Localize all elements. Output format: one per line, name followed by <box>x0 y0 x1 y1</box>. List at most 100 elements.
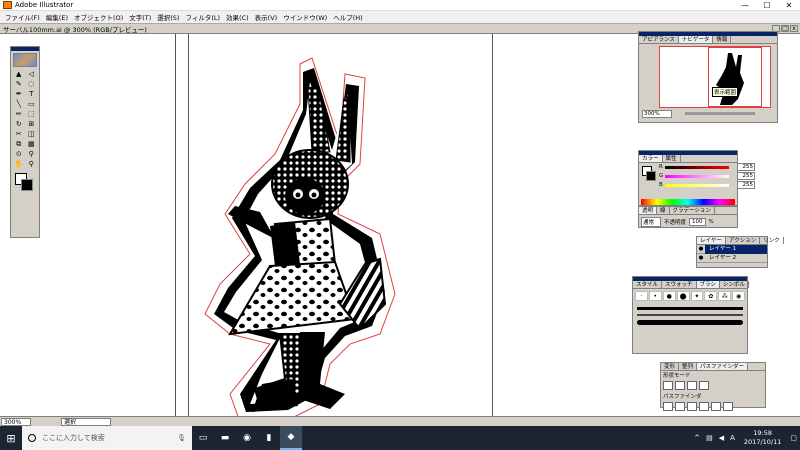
zoom-field[interactable]: 300% <box>1 417 31 426</box>
illustrator-taskbar-icon[interactable]: ◆ <box>280 426 302 450</box>
menu-type[interactable]: 文字(T) <box>126 12 154 22</box>
blend-mode-select[interactable]: 通常 <box>641 217 662 227</box>
file-manager-icon[interactable]: ▮ <box>258 426 280 450</box>
symbol-sprayer-tool-icon[interactable]: ⧉ <box>13 140 25 149</box>
menu-edit[interactable]: 編集(E) <box>43 12 71 22</box>
start-button[interactable]: ⊞ <box>0 426 22 450</box>
chrome-icon[interactable]: ◉ <box>236 426 258 450</box>
tab-transform[interactable]: 変形 <box>661 363 680 370</box>
brush-swatch[interactable]: • <box>648 291 662 301</box>
type-tool-icon[interactable]: T <box>26 90 38 99</box>
channel-value[interactable]: 255 <box>737 181 755 189</box>
tab-align[interactable]: 整列 <box>679 363 698 370</box>
trim-button[interactable] <box>675 402 685 411</box>
tab-swatches[interactable]: スウォッチ <box>662 281 697 288</box>
channel-value[interactable]: 255 <box>737 172 755 180</box>
taskbar-search[interactable]: ここに入力して検索 🎙 <box>22 426 192 450</box>
microphone-icon[interactable]: 🎙 <box>177 434 186 442</box>
brush-swatch[interactable]: ✦ <box>690 291 704 301</box>
measure-tool-icon[interactable]: ⚲ <box>26 150 38 159</box>
volume-icon[interactable]: ◀ <box>716 434 727 442</box>
menu-view[interactable]: 表示(V) <box>252 12 281 22</box>
rotate-tool-icon[interactable]: ↻ <box>13 120 25 129</box>
hand-tool-icon[interactable]: ✋ <box>13 160 25 169</box>
tab-attributes[interactable]: 属性 <box>663 155 681 162</box>
brush-stroke-preview[interactable] <box>637 307 743 310</box>
selection-tool-icon[interactable]: ▲ <box>13 70 25 79</box>
subtract-shape-button[interactable] <box>675 381 685 390</box>
menu-help[interactable]: ヘルプ(H) <box>330 12 365 22</box>
layer-name[interactable]: レイヤー 1 <box>705 244 767 254</box>
tab-gradient[interactable]: グラデーション <box>670 207 715 214</box>
divide-button[interactable] <box>663 402 673 411</box>
intersect-shape-button[interactable] <box>687 381 697 390</box>
lasso-tool-icon[interactable]: ◌ <box>26 80 38 89</box>
channel-slider[interactable] <box>665 166 729 169</box>
tab-info[interactable]: 情報 <box>713 36 732 43</box>
tab-color[interactable]: カラー <box>639 155 663 162</box>
zoom-tool-icon[interactable]: ⚲ <box>26 160 38 169</box>
channel-slider[interactable] <box>665 175 729 178</box>
brush-swatch[interactable]: ⁂ <box>718 291 732 301</box>
direct-selection-tool-icon[interactable]: ◁ <box>26 70 38 79</box>
layer-row[interactable]: ● レイヤー 2 <box>697 254 767 263</box>
menu-window[interactable]: ウインドウ(W) <box>280 12 330 22</box>
brush-swatch[interactable]: · <box>635 291 648 301</box>
status-mode[interactable]: 選択 <box>61 417 111 426</box>
tab-layers[interactable]: レイヤー <box>697 237 726 244</box>
tab-brushes[interactable]: ブラシ <box>696 281 720 288</box>
tab-appearance[interactable]: アピアランス <box>639 36 679 43</box>
ime-indicator[interactable]: A <box>727 434 738 442</box>
line-tool-icon[interactable]: ╲ <box>13 100 25 109</box>
palette-titlebar[interactable] <box>11 47 39 51</box>
channel-value[interactable]: 255 <box>737 163 755 171</box>
rectangle-tool-icon[interactable]: ▭ <box>26 100 38 109</box>
close-button[interactable]: ✕ <box>778 0 800 11</box>
doc-close-button[interactable]: x <box>790 25 798 32</box>
pencil-tool-icon[interactable]: ✏ <box>13 110 25 119</box>
navigator-zoom-slider[interactable] <box>685 112 755 115</box>
brush-swatch[interactable]: ✿ <box>704 291 718 301</box>
eraser-tool-icon[interactable]: ⬚ <box>26 110 38 119</box>
explorer-icon[interactable]: ▬ <box>214 426 236 450</box>
brush-swatch[interactable]: ● <box>662 291 676 301</box>
eye-icon[interactable]: ● <box>697 255 705 261</box>
tab-stroke[interactable]: 線 <box>657 207 670 214</box>
pen-tool-icon[interactable]: ✒ <box>13 90 25 99</box>
stroke-swatch[interactable] <box>21 179 33 191</box>
navigator-zoom-field[interactable]: 300% <box>642 110 672 118</box>
menu-file[interactable]: ファイル(F) <box>2 12 43 22</box>
tray-chevron-icon[interactable]: ^ <box>691 434 703 442</box>
menu-filter[interactable]: フィルタ(L) <box>182 12 223 22</box>
tab-pathfinder[interactable]: パスファインダー <box>697 363 749 370</box>
notifications-icon[interactable]: ▢ <box>787 434 800 442</box>
outline-button[interactable] <box>711 402 721 411</box>
clock[interactable]: 19:58 2017/10/11 <box>738 429 787 447</box>
graph-tool-icon[interactable]: ▦ <box>26 140 38 149</box>
maximize-button[interactable]: ☐ <box>756 0 778 11</box>
magic-wand-tool-icon[interactable]: ✎ <box>13 80 25 89</box>
minimize-button[interactable]: — <box>734 0 756 11</box>
brush-stroke-preview[interactable] <box>637 320 743 325</box>
brush-swatch[interactable]: ⬤ <box>676 291 690 301</box>
channel-slider[interactable] <box>665 184 729 187</box>
crop-button[interactable] <box>699 402 709 411</box>
scissors-tool-icon[interactable]: ✂ <box>13 130 25 139</box>
tab-navigator[interactable]: ナビゲータ <box>678 36 714 43</box>
scale-tool-icon[interactable]: ⊞ <box>26 120 38 129</box>
menu-select[interactable]: 選択(S) <box>154 12 182 22</box>
add-shape-button[interactable] <box>663 381 673 390</box>
menu-effect[interactable]: 効果(C) <box>223 12 252 22</box>
minus-back-button[interactable] <box>723 402 733 411</box>
brush-swatch[interactable]: ◉ <box>732 291 745 301</box>
navigator-thumbnail[interactable]: 表示範囲 <box>659 46 771 108</box>
tab-links[interactable]: リンク <box>760 237 784 244</box>
eye-icon[interactable]: ● <box>697 246 705 252</box>
tab-styles[interactable]: スタイル <box>633 281 663 288</box>
color-spectrum[interactable] <box>641 199 735 205</box>
network-icon[interactable]: ▤ <box>703 434 716 442</box>
task-view-icon[interactable]: ▭ <box>192 426 214 450</box>
menu-object[interactable]: オブジェクト(O) <box>71 12 126 22</box>
tab-symbols[interactable]: シンボル <box>720 281 749 288</box>
free-transform-tool-icon[interactable]: ◫ <box>26 130 38 139</box>
